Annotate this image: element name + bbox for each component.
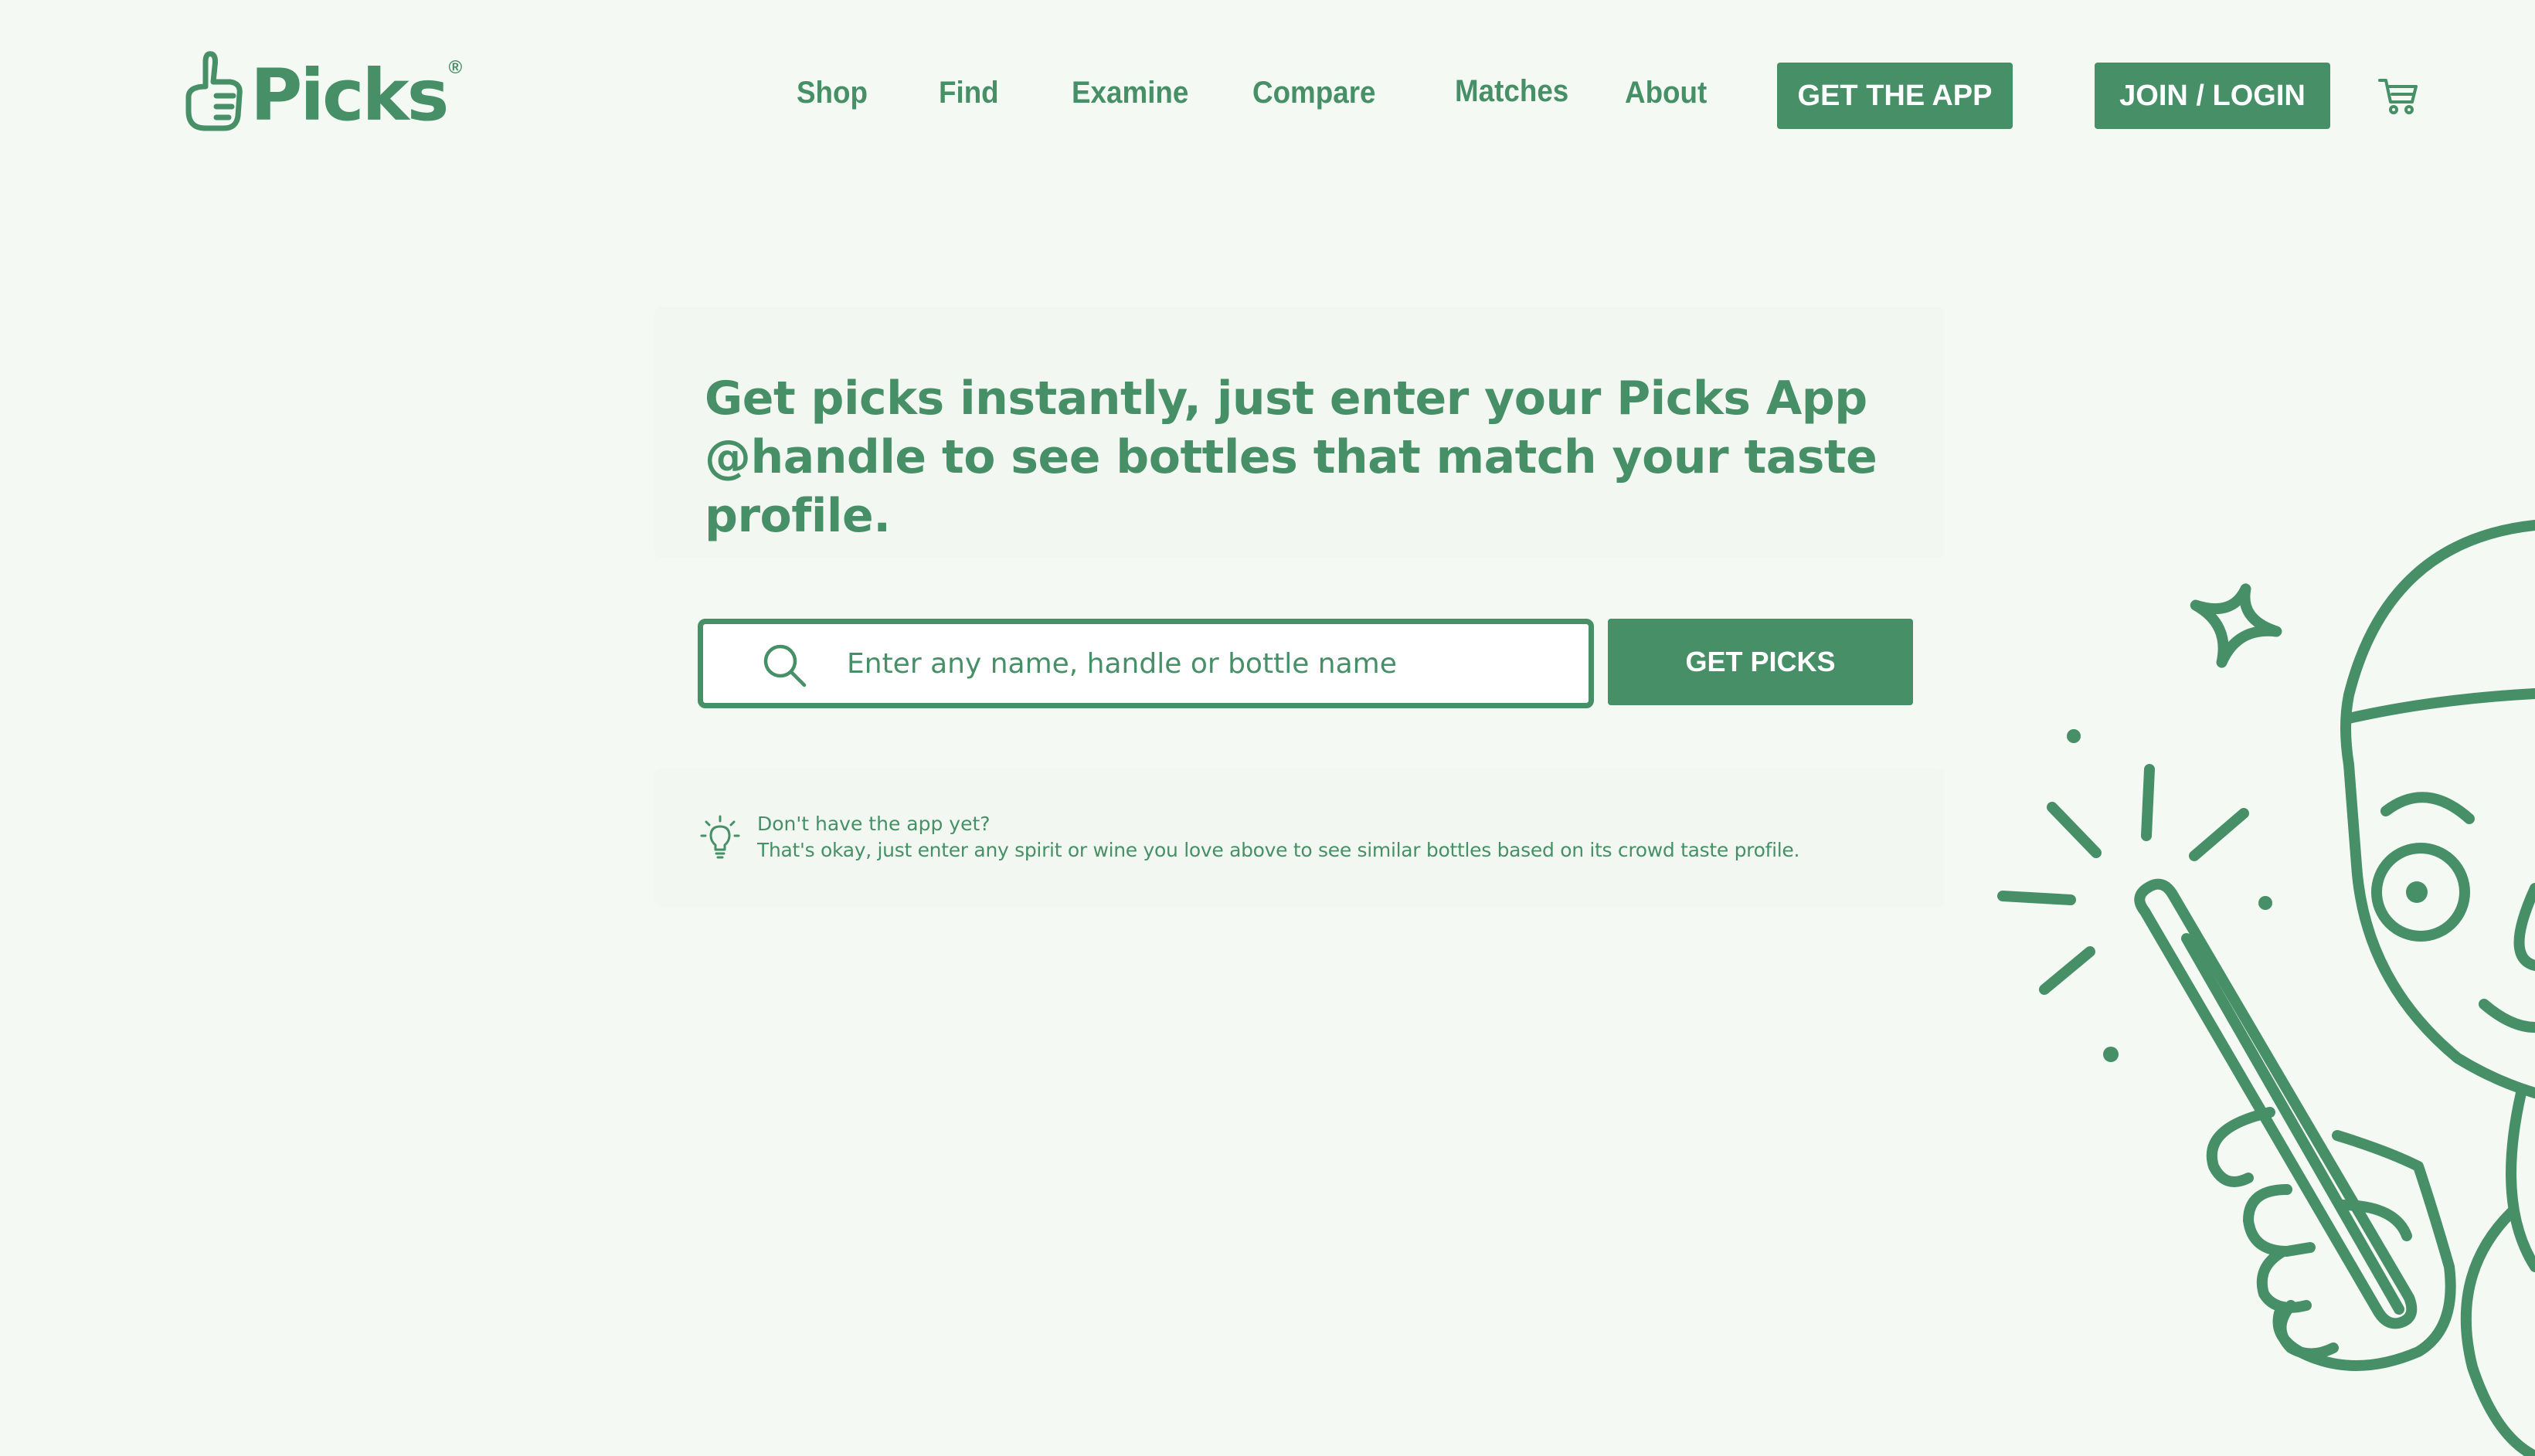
- tip-body: That's okay, just enter any spirit or wi…: [757, 839, 1800, 861]
- nav-link-examine[interactable]: Examine: [1072, 76, 1188, 110]
- search-input[interactable]: [847, 640, 1558, 687]
- nav-link-shop[interactable]: Shop: [797, 76, 868, 110]
- get-picks-button[interactable]: GET PICKS: [1608, 619, 1913, 705]
- registered-mark: ®: [448, 57, 463, 78]
- nav-link-about[interactable]: About: [1625, 76, 1707, 110]
- brand-name: Picks: [250, 54, 449, 137]
- join-login-button[interactable]: JOIN / LOGIN: [2095, 63, 2330, 129]
- search-icon: [763, 644, 807, 687]
- tip-title: Don't have the app yet?: [757, 813, 991, 835]
- get-the-app-button[interactable]: GET THE APP: [1777, 63, 2013, 129]
- cart-icon[interactable]: [2378, 76, 2418, 116]
- mascot-with-magic-wand-illustration: [1997, 520, 2535, 1456]
- lightbulb-icon: [700, 815, 740, 859]
- picks-logo[interactable]: Picks ®: [182, 48, 462, 133]
- search-box[interactable]: [698, 619, 1594, 708]
- hero-headline: Get picks instantly, just enter your Pic…: [705, 372, 1877, 543]
- nav-link-matches[interactable]: Matches: [1455, 74, 1568, 109]
- tip-card: [654, 769, 1944, 908]
- thumbs-up-icon: [185, 51, 243, 131]
- nav-link-find[interactable]: Find: [939, 76, 999, 110]
- nav-link-compare[interactable]: Compare: [1252, 76, 1376, 110]
